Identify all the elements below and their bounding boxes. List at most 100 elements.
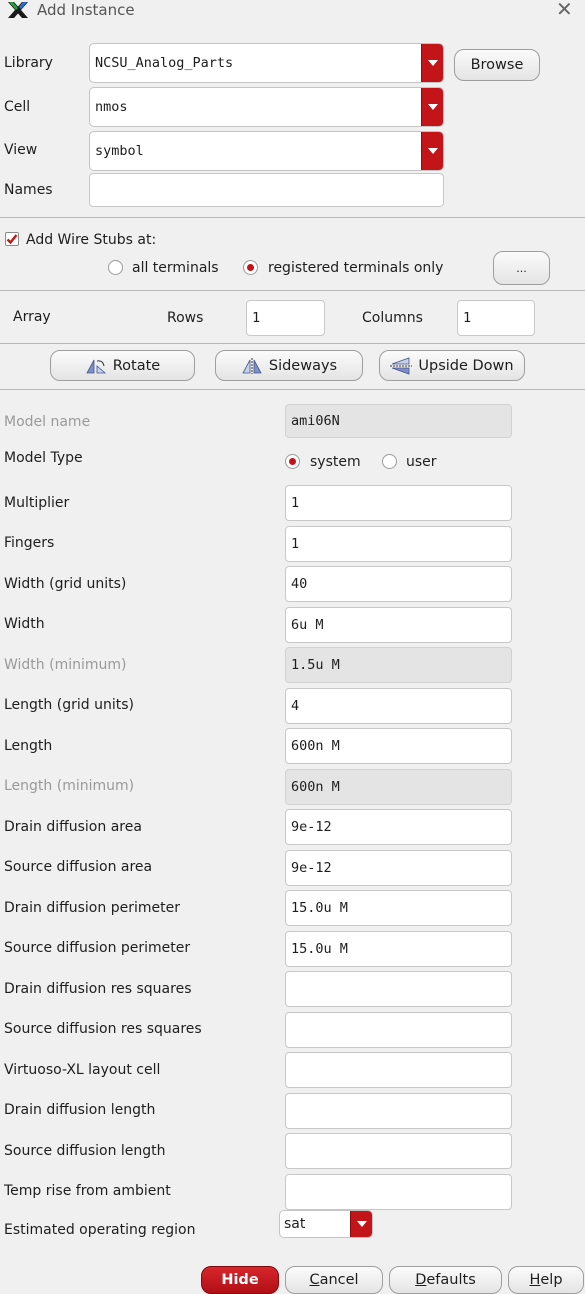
model-name-label: Model name [4, 414, 91, 430]
operating-region-label: Estimated operating region [4, 1222, 196, 1238]
sideways-icon [241, 357, 263, 374]
multiplier-label: Multiplier [4, 495, 70, 511]
view-value: symbol [95, 143, 144, 159]
sideways-label: Sideways [268, 357, 338, 374]
defaults-label: efaults [426, 1272, 476, 1288]
drain-perimeter-label: Drain diffusion perimeter [4, 900, 180, 916]
sideways-button[interactable]: Sideways [215, 350, 363, 381]
length-min-field: 600n M [285, 769, 512, 805]
length-input[interactable]: 600n M [285, 728, 512, 764]
multiplier-input[interactable]: 1 [285, 485, 512, 521]
radio-selected-dot [289, 458, 296, 465]
source-area-input[interactable]: 9e-12 [285, 850, 512, 886]
source-res-squares-input[interactable] [285, 1012, 512, 1048]
names-input[interactable] [89, 173, 444, 207]
chevron-down-icon[interactable] [421, 132, 443, 170]
source-length-label: Source diffusion length [4, 1143, 166, 1159]
model-type-label: Model Type [4, 450, 83, 466]
length-grid-input[interactable]: 4 [285, 688, 512, 724]
width-grid-input[interactable]: 40 [285, 566, 512, 602]
cancel-label: ancel [319, 1272, 359, 1288]
radio-all-terminals[interactable] [108, 260, 123, 275]
stubs-more-button[interactable]: ... [493, 251, 550, 285]
cancel-button[interactable]: Cancel [285, 1266, 383, 1294]
cell-value: nmos [95, 99, 128, 115]
virtuoso-xl-label: Virtuoso-XL layout cell [4, 1062, 161, 1078]
model-name-field: ami06N [285, 404, 512, 438]
drain-length-input[interactable] [285, 1093, 512, 1129]
close-icon[interactable]: ✕ [556, 0, 573, 20]
radio-registered-terminals[interactable] [243, 260, 258, 275]
rotate-button[interactable]: Rotate [50, 350, 195, 381]
drain-length-label: Drain diffusion length [4, 1102, 156, 1118]
upside-down-button[interactable]: Upside Down [379, 350, 525, 381]
width-min-field: 1.5u M [285, 647, 512, 683]
drain-perimeter-input[interactable]: 15.0u M [285, 890, 512, 926]
chevron-down-icon[interactable] [350, 1211, 372, 1237]
cell-combo[interactable]: nmos [89, 87, 444, 127]
chevron-down-icon[interactable] [421, 88, 443, 126]
library-label: Library [4, 55, 53, 71]
upside-down-icon [390, 356, 413, 375]
drain-res-squares-input[interactable] [285, 971, 512, 1007]
drain-area-label: Drain diffusion area [4, 819, 142, 835]
operating-region-combo[interactable]: sat [279, 1210, 373, 1238]
width-label: Width [4, 616, 45, 632]
checkbox-icon[interactable] [5, 232, 19, 246]
defaults-button[interactable]: Defaults [389, 1266, 502, 1294]
radio-model-user[interactable] [382, 454, 397, 469]
radio-model-system[interactable] [285, 454, 300, 469]
hide-button[interactable]: Hide [201, 1266, 279, 1294]
source-res-squares-label: Source diffusion res squares [4, 1021, 202, 1037]
registered-terminals-label: registered terminals only [268, 260, 444, 276]
library-combo[interactable]: NCSU_Analog_Parts [89, 43, 444, 83]
source-perimeter-label: Source diffusion perimeter [4, 940, 191, 956]
browse-label: Browse [470, 57, 524, 73]
temp-rise-input[interactable] [285, 1174, 512, 1210]
source-perimeter-input[interactable]: 15.0u M [285, 931, 512, 967]
length-grid-label: Length (grid units) [4, 697, 134, 713]
rotate-icon [85, 358, 107, 374]
view-combo[interactable]: symbol [89, 131, 444, 171]
stubs-more-label: ... [516, 261, 527, 275]
cancel-mnemonic: C [309, 1272, 320, 1288]
rows-label: Rows [167, 310, 204, 326]
array-label: Array [13, 309, 51, 325]
virtuoso-xl-input[interactable] [285, 1052, 512, 1088]
length-label: Length [4, 738, 53, 754]
browse-button[interactable]: Browse [454, 49, 540, 81]
library-value: NCSU_Analog_Parts [95, 55, 234, 71]
source-area-label: Source diffusion area [4, 859, 153, 875]
chevron-down-icon[interactable] [421, 44, 443, 82]
columns-label: Columns [362, 310, 423, 326]
drain-res-squares-label: Drain diffusion res squares [4, 981, 192, 997]
columns-input[interactable]: 1 [457, 300, 535, 336]
source-length-input[interactable] [285, 1133, 512, 1169]
upside-down-label: Upside Down [418, 357, 514, 374]
drain-area-input[interactable]: 9e-12 [285, 809, 512, 845]
width-input[interactable]: 6u M [285, 607, 512, 643]
title-bar: Add Instance ✕ [0, 0, 585, 20]
window-title: Add Instance [37, 1, 135, 19]
temp-rise-label: Temp rise from ambient [4, 1183, 171, 1199]
names-label: Names [4, 182, 53, 198]
width-grid-label: Width (grid units) [4, 576, 127, 592]
fingers-label: Fingers [4, 535, 55, 551]
defaults-mnemonic: D [415, 1272, 427, 1288]
hide-label: Hide [221, 1272, 259, 1288]
divider [0, 343, 585, 344]
divider [0, 290, 585, 291]
length-min-label: Length (minimum) [4, 778, 135, 794]
x-app-icon [6, 1, 30, 19]
view-label: View [4, 142, 38, 158]
radio-selected-dot [247, 264, 254, 271]
model-type-system-label: system [310, 454, 361, 470]
fingers-input[interactable]: 1 [285, 526, 512, 562]
wire-stubs-label: Add Wire Stubs at: [26, 232, 157, 248]
help-button[interactable]: Help [508, 1266, 584, 1294]
divider [0, 217, 585, 218]
all-terminals-label: all terminals [132, 260, 219, 276]
rows-input[interactable]: 1 [246, 300, 325, 336]
operating-region-value: sat [284, 1216, 306, 1232]
width-min-label: Width (minimum) [4, 657, 127, 673]
